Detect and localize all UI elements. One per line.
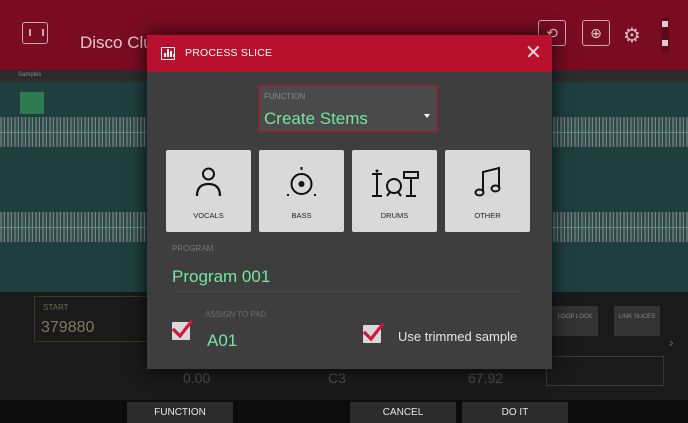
checkmark-icon <box>171 319 193 339</box>
process-slice-dialog: PROCESS SLICE ✕ FUNCTION Create Stems VO… <box>147 35 552 369</box>
stem-bass-button[interactable]: BASS <box>259 150 344 232</box>
value-readout: 67.92 <box>468 370 504 386</box>
stem-label: DRUMS <box>380 211 409 220</box>
assign-to-pad-label: ASSIGN TO PAD <box>205 310 267 319</box>
value-readout: C3 <box>328 370 346 386</box>
start-field[interactable]: START 379880 <box>34 296 148 342</box>
caret-down-icon <box>424 114 430 118</box>
divider <box>172 291 522 292</box>
sample-name[interactable]: Disco Clu <box>80 33 153 53</box>
chevron-right-icon[interactable]: › <box>669 334 674 350</box>
footer-bar: FUNCTION CANCEL DO IT <box>0 401 688 423</box>
function-button[interactable]: FUNCTION <box>127 402 233 423</box>
assign-pad-field[interactable]: A01 <box>207 331 237 351</box>
checkmark-icon <box>362 322 384 342</box>
start-value: 379880 <box>41 319 95 336</box>
close-icon[interactable]: ✕ <box>525 40 542 65</box>
program-field[interactable]: Program 001 <box>172 267 270 287</box>
person-icon <box>195 167 222 197</box>
music-note-icon <box>474 166 501 197</box>
speaker-icon <box>287 167 316 196</box>
function-value: Create Stems <box>264 109 368 128</box>
gear-icon[interactable]: ⚙ <box>623 23 641 48</box>
do-it-button[interactable]: DO IT <box>462 402 568 423</box>
stem-drums-button[interactable]: DRUMS <box>352 150 437 232</box>
loop-toggle[interactable] <box>546 356 664 386</box>
zoom-icon[interactable]: ⊕ <box>582 20 610 46</box>
stem-label: OTHER <box>474 211 501 220</box>
link-slices-button[interactable]: LINK SLICES <box>614 306 660 336</box>
function-label: FUNCTION <box>264 92 306 101</box>
loop-lock-button[interactable]: LOOP LOCK <box>552 306 598 336</box>
waveform-logo-icon <box>161 47 175 60</box>
waveform-icon[interactable] <box>22 22 48 44</box>
stem-vocals-button[interactable]: VOCALS <box>166 150 251 232</box>
dialog-title: PROCESS SLICE <box>185 47 273 59</box>
start-label: START <box>43 303 69 312</box>
dialog-header: PROCESS SLICE ✕ <box>147 35 552 72</box>
level-meter <box>661 18 669 52</box>
stem-other-button[interactable]: OTHER <box>445 150 530 232</box>
tab-samples[interactable]: Samples <box>18 72 41 78</box>
drum-kit-icon <box>372 169 419 197</box>
program-label: PROGRAM <box>172 244 214 253</box>
stem-label: BASS <box>291 211 312 220</box>
slice-marker[interactable] <box>20 92 44 114</box>
assign-to-pad-checkbox[interactable] <box>171 319 193 340</box>
use-trimmed-sample-label[interactable]: Use trimmed sample <box>398 329 517 344</box>
function-dropdown[interactable]: FUNCTION Create Stems <box>258 85 438 132</box>
value-readout: 0.00 <box>183 370 211 386</box>
cancel-button[interactable]: CANCEL <box>350 402 456 423</box>
stem-label: VOCALS <box>193 211 224 220</box>
use-trimmed-sample-checkbox[interactable] <box>362 322 384 343</box>
